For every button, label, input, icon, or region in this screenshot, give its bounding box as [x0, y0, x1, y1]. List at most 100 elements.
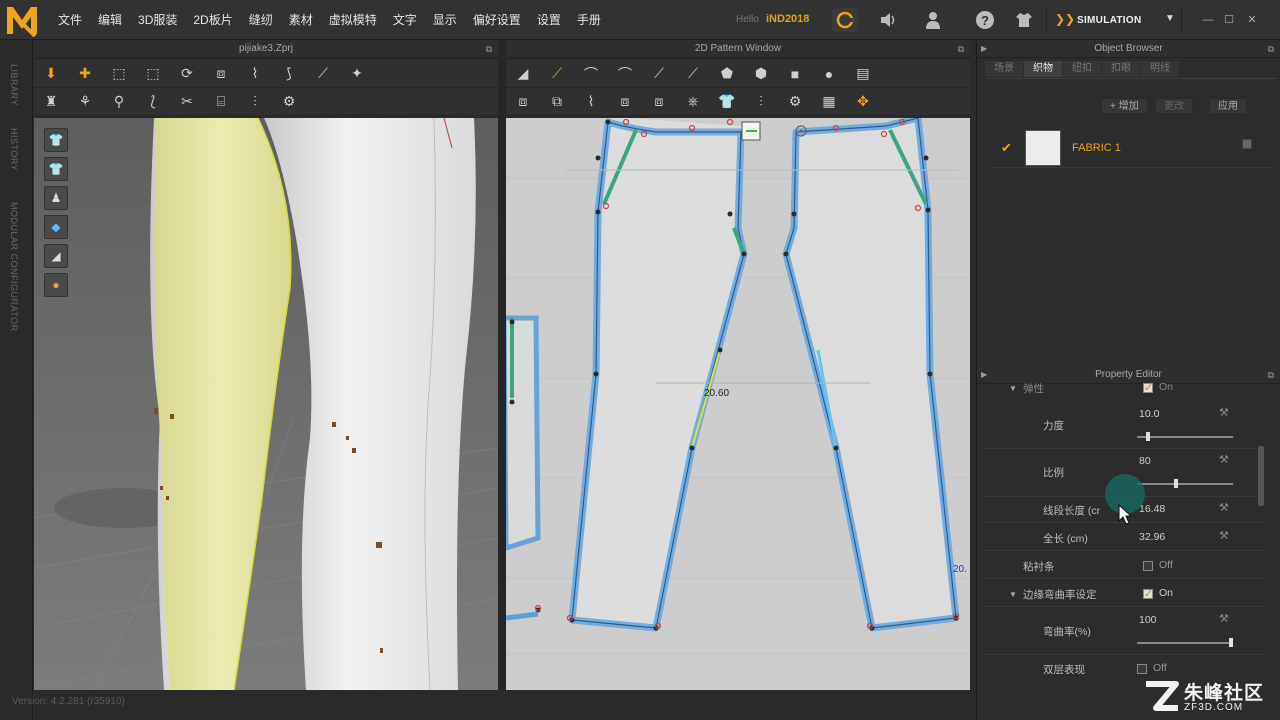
edit-curvature-icon[interactable]: ⌒	[580, 64, 602, 84]
menu-2d-pattern[interactable]: 2D板片	[185, 0, 240, 40]
check-sewing-icon[interactable]: ⌇	[580, 92, 602, 112]
iron-icon[interactable]: ⎈	[682, 92, 704, 112]
tack-2d-icon[interactable]: ⧈	[614, 92, 636, 112]
garment-settings-icon[interactable]	[1012, 8, 1038, 32]
close-icon[interactable]: ✕	[1246, 14, 1258, 26]
avatar-display-icon[interactable]: ♟	[44, 186, 68, 210]
curvature-wrench-icon[interactable]: ⚒	[1219, 612, 1229, 625]
ratio-value[interactable]: 80	[1139, 455, 1151, 467]
history-tab[interactable]: HISTORY	[9, 128, 19, 171]
select-move-icon[interactable]: ✚	[74, 64, 96, 84]
strength-slider[interactable]	[1137, 436, 1233, 438]
rectangle-icon[interactable]: ■	[784, 64, 806, 84]
draw-line-icon[interactable]: ⟋	[312, 64, 334, 84]
curvature-value[interactable]: 100	[1139, 614, 1157, 626]
avatar-skin-icon[interactable]: ●	[44, 273, 68, 297]
zipper-2d-icon[interactable]: ⫶	[750, 92, 772, 112]
elastic-icon[interactable]: ⚙	[784, 92, 806, 112]
simulation-dropdown-icon[interactable]: ▼	[1165, 13, 1175, 24]
maximize-icon[interactable]: ☐	[1223, 14, 1235, 26]
fold-2d-icon[interactable]: ⧈	[648, 92, 670, 112]
transform-icon[interactable]: ⬚	[142, 64, 164, 84]
segment-length-value[interactable]: 16.48	[1139, 503, 1165, 515]
add-point-icon[interactable]: ⟋	[648, 64, 670, 84]
tack-icon[interactable]: ⌸	[210, 92, 232, 112]
property-editor-popout-icon[interactable]: ⧉	[1268, 366, 1274, 384]
tab-button[interactable]: 纽扣	[1063, 61, 1101, 77]
strength-wrench-icon[interactable]: ⚒	[1219, 406, 1229, 419]
menu-settings[interactable]: 设置	[529, 0, 569, 40]
avatar-pose-icon[interactable]: ♜	[40, 92, 62, 112]
menu-manual[interactable]: 手册	[569, 0, 609, 40]
shading-icon[interactable]: ◢	[44, 244, 68, 268]
fabric-display-icon[interactable]: ◆	[44, 215, 68, 239]
arrange-points-icon[interactable]: ✥	[852, 92, 874, 112]
menu-edit[interactable]: 编辑	[90, 0, 130, 40]
circle-icon[interactable]: ●	[818, 64, 840, 84]
slider-thumb[interactable]	[1146, 432, 1150, 441]
fabric-list-item[interactable]: ✔ FABRIC 1	[991, 128, 1271, 168]
rotate-icon[interactable]: ⟳	[176, 64, 198, 84]
slider-thumb[interactable]	[1229, 638, 1233, 647]
segment-length-wrench-icon[interactable]: ⚒	[1219, 501, 1229, 514]
ratio-wrench-icon[interactable]: ⚒	[1219, 453, 1229, 466]
polygon-icon[interactable]: ⬟	[716, 64, 738, 84]
strength-value[interactable]: 10.0	[1139, 408, 1159, 420]
menu-avatar[interactable]: 虚拟模特	[321, 0, 385, 40]
fold-icon[interactable]: ⌇	[244, 64, 266, 84]
view3d-viewport[interactable]: 👕 👕 ♟ ◆ ◢ ●	[34, 118, 498, 690]
tab-topstitch[interactable]: 明线	[1141, 61, 1179, 77]
library-tab[interactable]: LIBRARY	[9, 64, 19, 106]
username[interactable]: iND2018	[766, 13, 809, 25]
grid-pattern-icon[interactable]: ▦	[818, 92, 840, 112]
pin-icon[interactable]: ⟆	[278, 64, 300, 84]
replace-fabric-button[interactable]: 更改	[1155, 98, 1193, 114]
free-sewing-icon[interactable]: ⧉	[546, 92, 568, 112]
fabric-lock-icon[interactable]	[1242, 139, 1252, 149]
menu-text[interactable]: 文字	[385, 0, 425, 40]
tab-buttonhole[interactable]: 扣眼	[1102, 61, 1140, 77]
menu-preferences[interactable]: 偏好设置	[465, 0, 529, 40]
property-editor-collapse-icon[interactable]: ▶	[981, 366, 987, 384]
menu-sewing[interactable]: 缝纫	[241, 0, 281, 40]
view2d-viewport[interactable]: 20.60 20.	[506, 118, 970, 690]
menu-materials[interactable]: 素材	[281, 0, 321, 40]
marvelous-logo-icon[interactable]	[4, 3, 40, 37]
garment-texture-icon[interactable]: 👕	[44, 157, 68, 181]
user-icon[interactable]	[920, 8, 946, 32]
menu-display[interactable]: 显示	[425, 0, 465, 40]
simulation-toggle[interactable]: ❯❯ SIMULATION ▼	[1046, 6, 1182, 34]
simulation-arrow-icon[interactable]: ⬇	[40, 64, 62, 84]
curvature-slider[interactable]	[1137, 642, 1233, 644]
elastic-checkbox[interactable]	[1143, 381, 1153, 394]
slider-thumb[interactable]	[1174, 479, 1178, 488]
add-fabric-button[interactable]: + 增加	[1101, 98, 1148, 114]
apply-fabric-button[interactable]: 应用	[1209, 98, 1247, 114]
object-browser-collapse-icon[interactable]: ▶	[981, 40, 987, 58]
cut-pattern-icon[interactable]: ⟋	[682, 64, 704, 84]
tape-checkbox[interactable]	[1143, 561, 1153, 571]
modular-configurator-tab[interactable]: MODULAR CONFIGURATOR	[9, 202, 19, 332]
menu-file[interactable]: 文件	[50, 0, 90, 40]
transform-pattern-icon[interactable]: ◢	[512, 64, 534, 84]
edit-curve-point-icon[interactable]: ⌒	[614, 64, 636, 84]
menu-3d-garment[interactable]: 3D服装	[130, 0, 185, 40]
view3d-popout-icon[interactable]: ⧉	[486, 40, 492, 58]
speaker-icon[interactable]	[876, 8, 902, 32]
fold-arrange-icon[interactable]: ⧈	[210, 64, 232, 84]
select-box-icon[interactable]: ⬚	[108, 64, 130, 84]
garment-2d-icon[interactable]: 👕	[716, 92, 738, 112]
double-layer-checkbox[interactable]	[1137, 664, 1147, 674]
minimize-icon[interactable]: —	[1202, 14, 1214, 26]
curvature-chevron-icon[interactable]: ▼	[1009, 590, 1017, 599]
total-length-wrench-icon[interactable]: ⚒	[1219, 529, 1229, 542]
dart-icon[interactable]: ▤	[852, 64, 874, 84]
property-editor-scrollbar[interactable]	[1258, 446, 1264, 506]
edit-pattern-icon[interactable]: ⟋	[546, 64, 568, 84]
curvature-checkbox[interactable]	[1143, 587, 1153, 600]
seam-line-icon[interactable]: ⟅	[142, 92, 164, 112]
view2d-popout-icon[interactable]: ⧉	[958, 40, 964, 58]
object-browser-popout-icon[interactable]: ⧉	[1268, 40, 1274, 58]
help-icon[interactable]: ?	[972, 8, 998, 32]
tab-fabric[interactable]: 织物	[1024, 61, 1062, 77]
